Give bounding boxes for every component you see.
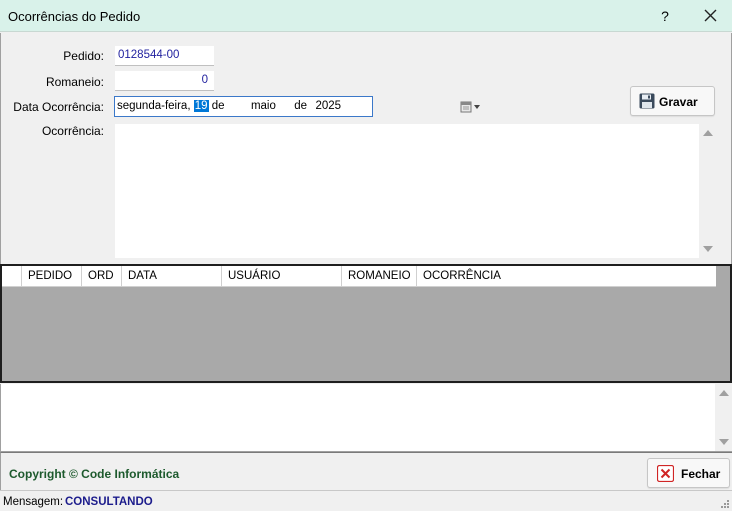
column-header[interactable]: OCORRÊNCIA [417, 266, 716, 287]
details-scrollbar[interactable] [715, 384, 732, 451]
pedido-field[interactable]: 0128544-00 [115, 46, 214, 66]
column-header[interactable]: PEDIDO [22, 266, 82, 287]
copyright-text: Copyright © Code Informática [9, 467, 180, 481]
calendar-icon [460, 101, 480, 113]
scroll-down-icon[interactable] [719, 439, 729, 445]
close-icon [657, 465, 674, 482]
ocorrencia-textarea[interactable] [115, 124, 716, 258]
date-month[interactable]: maio [251, 100, 276, 112]
romaneio-label: Romaneio: [45, 75, 104, 89]
ocorrencias-grid[interactable]: PEDIDO ORD DATA USUÁRIO ROMANEIO OCORRÊN… [0, 264, 732, 383]
close-label: Fechar [681, 467, 721, 481]
window-title: Ocorrências do Pedido [8, 9, 141, 24]
footer-panel: Copyright © Code Informática Fechar [0, 452, 732, 490]
row-indicator-header [2, 266, 22, 287]
ocorrencia-scrollbar[interactable] [699, 124, 716, 258]
save-button[interactable]: Gravar [630, 86, 715, 116]
status-label: Mensagem: [3, 496, 64, 508]
title-bar: Ocorrências do Pedido ? [0, 0, 732, 32]
resize-grip-icon[interactable] [720, 499, 730, 509]
scroll-up-icon[interactable] [703, 130, 713, 136]
ocorrencia-label: Ocorrência: [41, 124, 104, 138]
close-window-button[interactable] [697, 3, 723, 29]
date-de: de [294, 100, 308, 112]
column-header[interactable]: ORD [82, 266, 122, 287]
details-textbox[interactable] [0, 384, 732, 452]
close-icon [704, 9, 716, 22]
date-de: de [211, 100, 225, 112]
save-label: Gravar [659, 95, 698, 109]
romaneio-field[interactable]: 0 [115, 71, 214, 91]
grid-header: PEDIDO ORD DATA USUÁRIO ROMANEIO OCORRÊN… [2, 266, 716, 287]
scroll-up-icon[interactable] [719, 390, 729, 396]
help-button[interactable]: ? [652, 3, 678, 29]
calendar-dropdown-button[interactable] [459, 100, 483, 114]
data-ocorrencia-label: Data Ocorrência: [13, 100, 104, 114]
status-bar: Mensagem: CONSULTANDO [0, 490, 732, 511]
column-header[interactable]: ROMANEIO [342, 266, 417, 287]
date-weekday: segunda-feira, [117, 100, 191, 112]
data-ocorrencia-picker[interactable]: segunda-feira, 19 de maio de 2025 [114, 96, 480, 117]
close-button[interactable]: Fechar [647, 458, 730, 488]
column-header[interactable]: USUÁRIO [222, 266, 342, 287]
date-day[interactable]: 19 [193, 100, 209, 112]
date-year[interactable]: 2025 [315, 100, 341, 112]
pedido-label: Pedido: [63, 49, 104, 63]
column-header[interactable]: DATA [122, 266, 222, 287]
scroll-down-icon[interactable] [703, 246, 713, 252]
floppy-disk-icon [639, 93, 655, 109]
status-value: CONSULTANDO [65, 496, 153, 508]
